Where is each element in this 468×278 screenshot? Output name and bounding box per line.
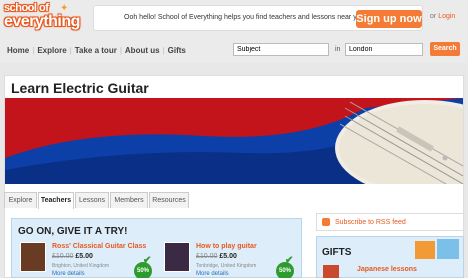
- go-on-title: GO ON, GIVE IT A TRY!: [18, 226, 128, 237]
- gift-item-link[interactable]: Japanese lessons: [357, 266, 417, 273]
- new-price: £5.00: [75, 253, 93, 260]
- rss-icon: [322, 218, 330, 226]
- gift-box-icon: [415, 241, 435, 259]
- content-tabs: Explore Teachers Lessons Members Resourc…: [0, 192, 468, 209]
- gift-thumbnail: [323, 265, 339, 278]
- page-title: Learn Electric Guitar: [11, 80, 149, 96]
- nav-separator: |: [162, 46, 165, 55]
- nav-gifts[interactable]: Gifts: [168, 46, 186, 55]
- location-input[interactable]: [345, 43, 423, 56]
- hero-guitar-image: [5, 98, 463, 184]
- logo-line-2: everything: [4, 13, 80, 30]
- tab-teachers[interactable]: Teachers: [38, 192, 74, 209]
- in-label: in: [335, 46, 341, 53]
- search-button[interactable]: Search: [430, 42, 460, 56]
- check-icon: ✔: [285, 255, 294, 266]
- old-price: £10.00: [196, 253, 218, 260]
- tab-explore[interactable]: Explore: [4, 192, 37, 208]
- nav-home[interactable]: Home: [7, 46, 29, 55]
- site-logo[interactable]: school of everything ✦: [4, 2, 80, 33]
- promo-text: Ooh hello! School of Everything helps yo…: [124, 14, 367, 21]
- new-price: £5.00: [219, 253, 237, 260]
- rss-box[interactable]: Subscribe to RSS feed: [316, 213, 464, 231]
- offer-thumbnail: [20, 242, 46, 272]
- nav-separator: |: [32, 46, 35, 55]
- tab-members[interactable]: Members: [110, 192, 148, 208]
- offer-price: £10.00 £5.00: [52, 253, 93, 260]
- sign-up-button[interactable]: Sign up now: [356, 10, 422, 28]
- nav-take-a-tour[interactable]: Take a tour: [75, 46, 117, 55]
- offer-location: Brighton, United Kingdom: [52, 263, 109, 269]
- offer-location: Tonbridge, United Kingdom: [196, 263, 257, 269]
- or-text: or: [430, 13, 437, 20]
- gifts-box: GIFTS Japanese lessons: [316, 236, 464, 278]
- login-link[interactable]: Login: [438, 13, 455, 20]
- nav-separator: |: [69, 46, 72, 55]
- login-area: or Login: [430, 13, 455, 20]
- check-icon: ✔: [143, 255, 152, 266]
- offer-price: £10.00 £5.00: [196, 253, 237, 260]
- tab-lessons[interactable]: Lessons: [75, 192, 109, 208]
- nav-separator: |: [119, 46, 122, 55]
- go-on-box: GO ON, GIVE IT A TRY! Ross' Classical Gu…: [11, 218, 302, 278]
- more-details-link[interactable]: More details: [196, 271, 229, 277]
- tab-resources[interactable]: Resources: [149, 192, 189, 208]
- promo-banner: Ooh hello! School of Everything helps yo…: [93, 5, 423, 31]
- gift-box-icon: [437, 239, 459, 259]
- more-details-link[interactable]: More details: [52, 271, 85, 277]
- old-price: £10.00: [52, 253, 74, 260]
- nav-links: Home | Explore | Take a tour | About us | Gifts: [7, 46, 186, 55]
- offer-title[interactable]: Ross' Classical Guitar Class: [52, 243, 146, 250]
- nav-explore[interactable]: Explore: [37, 46, 66, 55]
- main-nav: Home | Explore | Take a tour | About us | Gifts …: [0, 38, 468, 63]
- offer-thumbnail: [164, 242, 190, 272]
- nav-about-us[interactable]: About us: [125, 46, 160, 55]
- top-header: school of everything ✦ Ooh hello! School…: [0, 0, 468, 38]
- gifts-title: GIFTS: [322, 247, 352, 258]
- rss-link[interactable]: Subscribe to RSS feed: [335, 219, 406, 226]
- offer-title[interactable]: How to play guitar: [196, 243, 257, 250]
- star-icon: ✦: [60, 3, 69, 14]
- subject-input[interactable]: [233, 43, 329, 56]
